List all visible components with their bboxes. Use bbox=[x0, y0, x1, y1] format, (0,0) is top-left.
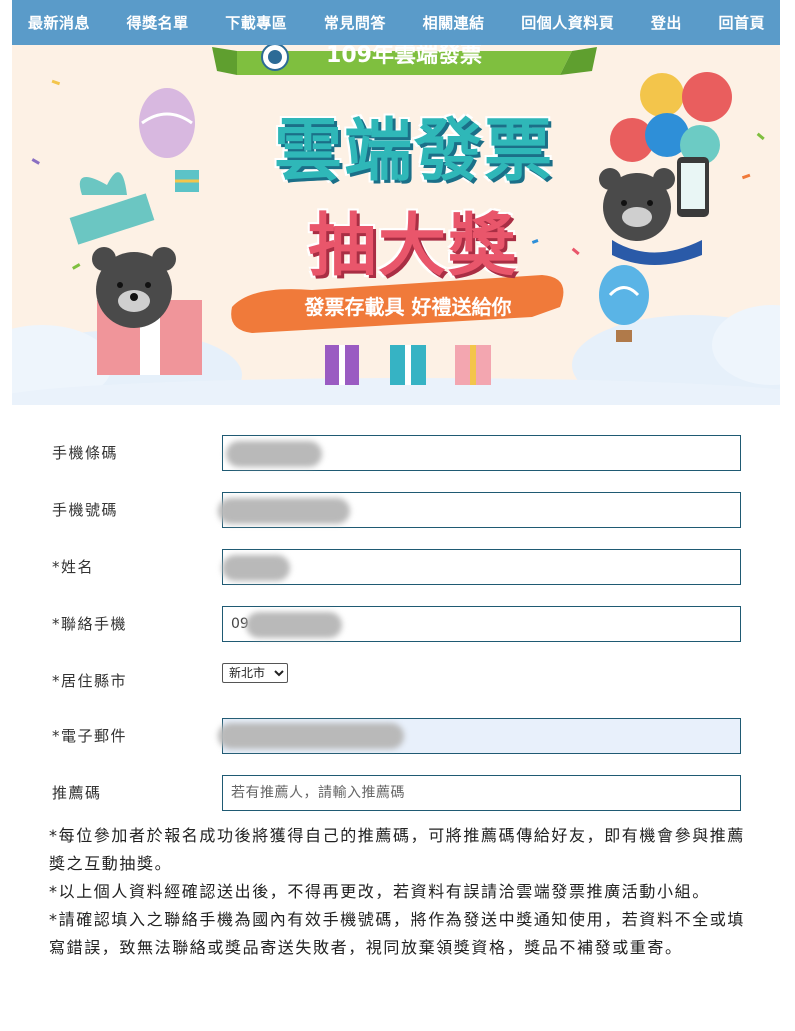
mobile-number-input[interactable] bbox=[222, 492, 741, 528]
referral-code-input[interactable] bbox=[222, 775, 741, 811]
mobile-number-label: 手機號碼 bbox=[52, 501, 119, 519]
banner-title-line1: 雲端發票 bbox=[273, 112, 554, 191]
row-city: *居住縣市 新北市 bbox=[0, 663, 795, 699]
note-no-changes: *以上個人資料經確認送出後，不得再更改，若資料有誤請洽雲端發票推廣活動小組。 bbox=[49, 882, 710, 901]
promo-banner: 109年雲端發票 雲端發票 抽大獎 發票存載具 好禮送給你 bbox=[12, 45, 780, 405]
nav-winners-list[interactable]: 得獎名單 bbox=[127, 12, 189, 33]
nav-downloads[interactable]: 下載專區 bbox=[225, 12, 287, 33]
contact-mobile-input[interactable] bbox=[222, 606, 741, 642]
referral-code-label: 推薦碼 bbox=[52, 784, 102, 802]
nav-faq[interactable]: 常見問答 bbox=[324, 12, 386, 33]
banner-subtitle: 發票存載具 好禮送給你 bbox=[304, 295, 512, 319]
nav-back-to-profile[interactable]: 回個人資料頁 bbox=[521, 12, 614, 33]
row-referral-code: 推薦碼 bbox=[0, 775, 795, 811]
row-mobile-barcode: 手機條碼 bbox=[0, 435, 795, 471]
row-contact-mobile: *聯絡手機 bbox=[0, 606, 795, 642]
top-nav-bar: 最新消息 得獎名單 下載專區 常見問答 相關連結 回個人資料頁 登出 回首頁 bbox=[12, 0, 780, 45]
city-label: *居住縣市 bbox=[52, 672, 128, 690]
nav-latest-news[interactable]: 最新消息 bbox=[28, 12, 90, 33]
name-input[interactable] bbox=[222, 549, 741, 585]
name-label: *姓名 bbox=[52, 558, 95, 576]
mobile-barcode-input[interactable] bbox=[222, 435, 741, 471]
row-name: *姓名 bbox=[0, 549, 795, 585]
mobile-barcode-label: 手機條碼 bbox=[52, 444, 119, 462]
nav-home[interactable]: 回首頁 bbox=[718, 12, 765, 33]
city-select[interactable]: 新北市 bbox=[222, 663, 288, 683]
email-input[interactable] bbox=[222, 718, 741, 754]
nav-related-links[interactable]: 相關連結 bbox=[423, 12, 485, 33]
banner-title-line2: 抽大獎 bbox=[307, 207, 518, 286]
note-referral: *每位參加者於報名成功後將獲得自己的推薦碼，可將推薦碼傳給好友，即有機會參與推薦… bbox=[49, 826, 746, 873]
note-valid-mobile: *請確認填入之聯絡手機為國內有效手機號碼，將作為發送中獎通知使用，若資料不全或填… bbox=[49, 910, 746, 957]
contact-mobile-label: *聯絡手機 bbox=[52, 615, 128, 633]
email-label: *電子郵件 bbox=[52, 727, 128, 745]
row-mobile-number: 手機號碼 bbox=[0, 492, 795, 528]
nav-logout[interactable]: 登出 bbox=[651, 12, 682, 33]
notes-section: *每位參加者於報名成功後將獲得自己的推薦碼，可將推薦碼傳給好友，即有機會參與推薦… bbox=[49, 822, 749, 962]
banner-ribbon-text: 109年雲端發票 bbox=[326, 45, 482, 68]
row-email: *電子郵件 bbox=[0, 718, 795, 754]
